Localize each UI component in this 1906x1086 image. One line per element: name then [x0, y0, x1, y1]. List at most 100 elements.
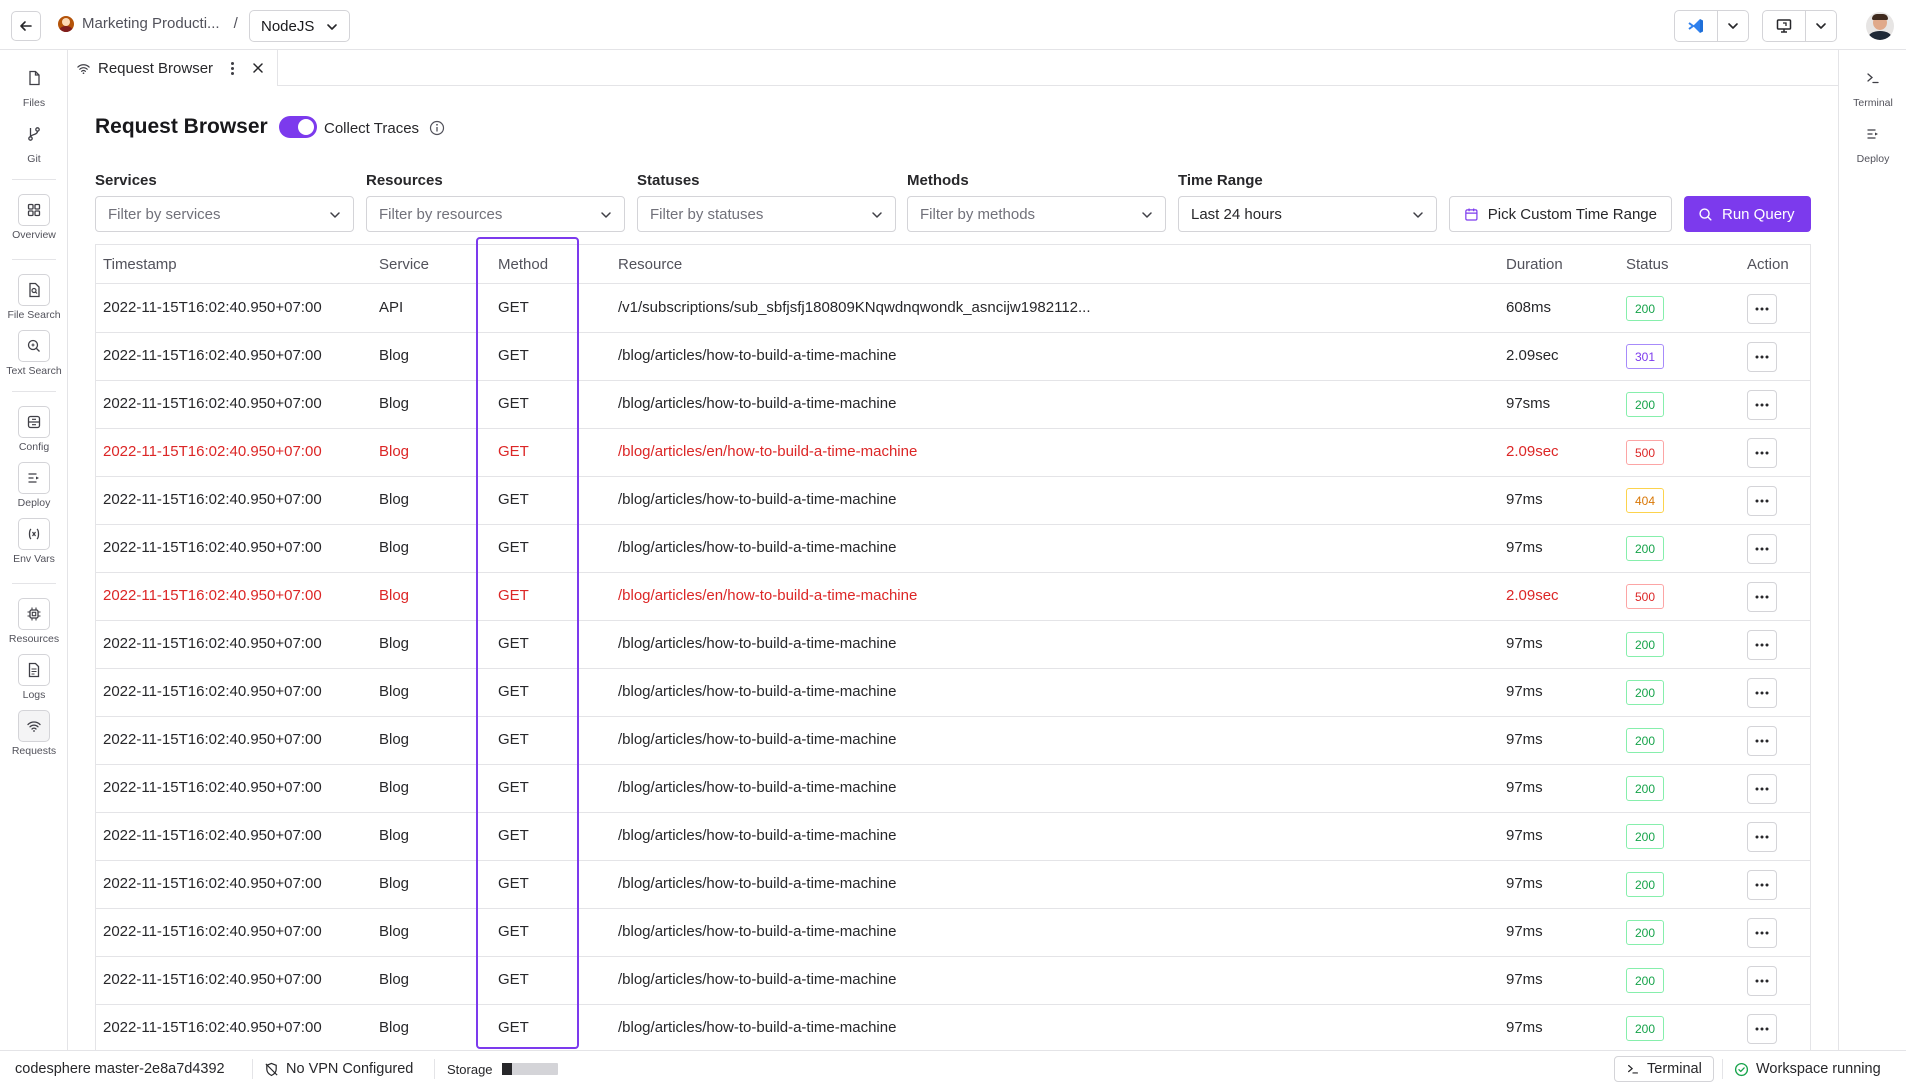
sidebar-item-label: Resources [8, 633, 60, 645]
cell-resource[interactable]: /blog/articles/how-to-build-a-time-machi… [618, 779, 896, 796]
sidebar-item-deploy-right[interactable]: Deploy [1839, 118, 1906, 165]
column-header-status[interactable]: Status [1626, 256, 1669, 273]
table-row[interactable]: 2022-11-15T16:02:40.950+07:00 Blog GET/blo… [96, 573, 1810, 621]
resources-placeholder: Filter by resources [379, 205, 503, 223]
storage-indicator[interactable]: Storage [447, 1051, 558, 1086]
cell-resource[interactable]: /blog/articles/how-to-build-a-time-machi… [618, 875, 896, 892]
row-actions-button[interactable] [1747, 966, 1777, 996]
table-row[interactable]: 2022-11-15T16:02:40.950+07:00 Blog GET/blo… [96, 957, 1810, 1005]
cell-resource[interactable]: /blog/articles/how-to-build-a-time-machi… [618, 923, 896, 940]
cell-resource[interactable]: /blog/articles/how-to-build-a-time-machi… [618, 683, 896, 700]
row-actions-button[interactable] [1747, 726, 1777, 756]
row-actions-button[interactable] [1747, 630, 1777, 660]
row-actions-button[interactable] [1747, 342, 1777, 372]
open-deployment-button[interactable] [1762, 10, 1806, 42]
row-actions-button[interactable] [1747, 390, 1777, 420]
sidebar-item-text-search[interactable]: Text Search [0, 330, 68, 377]
services-filter[interactable]: Filter by services [95, 196, 354, 232]
cell-resource[interactable]: /blog/articles/how-to-build-a-time-machi… [618, 347, 896, 364]
sidebar-item-resources[interactable]: Resources [0, 598, 68, 645]
column-header-duration[interactable]: Duration [1506, 256, 1563, 273]
breadcrumb: Marketing Producti... / [58, 15, 252, 32]
row-actions-button[interactable] [1747, 534, 1777, 564]
info-icon[interactable] [429, 120, 445, 136]
table-row[interactable]: 2022-11-15T16:02:40.950+07:00 Blog GET/blo… [96, 381, 1810, 429]
more-horizontal-icon [1755, 451, 1769, 455]
sidebar-item-file-search[interactable]: File Search [0, 274, 68, 321]
collect-traces-toggle[interactable] [279, 116, 317, 138]
cell-method: GET [498, 827, 529, 844]
deployment-options-button[interactable] [1805, 10, 1837, 42]
vpn-status[interactable]: No VPN Configured [264, 1051, 413, 1086]
workspace-selector[interactable]: NodeJS [249, 10, 350, 42]
services-placeholder: Filter by services [108, 205, 221, 223]
sidebar-item-deploy[interactable]: Deploy [0, 462, 68, 509]
vscode-options-button[interactable] [1717, 10, 1749, 42]
time-range-select[interactable]: Last 24 hours [1178, 196, 1437, 232]
sidebar-item-env-vars[interactable]: Env Vars [0, 518, 68, 565]
table-row[interactable]: 2022-11-15T16:02:40.950+07:00 Blog GET/blo… [96, 477, 1810, 525]
sidebar-item-logs[interactable]: Logs [0, 654, 68, 701]
resources-filter[interactable]: Filter by resources [366, 196, 625, 232]
open-in-vscode-button[interactable] [1674, 10, 1718, 42]
cell-resource[interactable]: /blog/articles/how-to-build-a-time-machi… [618, 827, 896, 844]
cell-resource[interactable]: /blog/articles/en/how-to-build-a-time-ma… [618, 443, 917, 460]
row-actions-button[interactable] [1747, 870, 1777, 900]
row-actions-button[interactable] [1747, 294, 1777, 324]
column-header-timestamp[interactable]: Timestamp [103, 256, 177, 273]
table-row[interactable]: 2022-11-15T16:02:40.950+07:00 Blog GET/blo… [96, 429, 1810, 477]
column-header-service[interactable]: Service [379, 256, 429, 273]
cell-resource[interactable]: /blog/articles/how-to-build-a-time-machi… [618, 539, 896, 556]
sidebar-item-files[interactable]: Files [0, 62, 68, 109]
row-actions-button[interactable] [1747, 582, 1777, 612]
cell-resource[interactable]: /blog/articles/how-to-build-a-time-machi… [618, 1019, 896, 1036]
cell-resource[interactable]: /v1/subscriptions/sub_sbfjsfj180809KNqwd… [618, 299, 1091, 316]
table-row[interactable]: 2022-11-15T16:02:40.950+07:00 Blog GET/blo… [96, 861, 1810, 909]
sidebar-item-git[interactable]: Git [0, 118, 68, 165]
table-row[interactable]: 2022-11-15T16:02:40.950+07:00 API GET/v1/s… [96, 285, 1810, 333]
cell-resource[interactable]: /blog/articles/how-to-build-a-time-machi… [618, 971, 896, 988]
column-header-method[interactable]: Method [498, 256, 548, 273]
cell-resource[interactable]: /blog/articles/how-to-build-a-time-machi… [618, 635, 896, 652]
pick-custom-time-range-button[interactable]: Pick Custom Time Range [1449, 196, 1672, 232]
back-button[interactable] [11, 11, 41, 41]
check-circle-icon [1734, 1062, 1749, 1076]
statuses-filter[interactable]: Filter by statuses [637, 196, 896, 232]
table-row[interactable]: 2022-11-15T16:02:40.950+07:00 Blog GET/blo… [96, 525, 1810, 573]
table-row[interactable]: 2022-11-15T16:02:40.950+07:00 Blog GET/blo… [96, 717, 1810, 765]
cell-resource[interactable]: /blog/articles/how-to-build-a-time-machi… [618, 491, 896, 508]
run-query-button[interactable]: Run Query [1684, 196, 1811, 232]
sidebar-item-terminal[interactable]: Terminal [1839, 62, 1906, 109]
terminal-toggle[interactable]: Terminal [1614, 1056, 1714, 1082]
table-row[interactable]: 2022-11-15T16:02:40.950+07:00 Blog GET/blo… [96, 1005, 1810, 1050]
cell-resource[interactable]: /blog/articles/how-to-build-a-time-machi… [618, 395, 896, 412]
sidebar-item-requests[interactable]: Requests [0, 710, 68, 757]
user-avatar[interactable] [1866, 12, 1894, 40]
tab-request-browser[interactable]: Request Browser [68, 50, 278, 87]
branch-info[interactable]: codesphere master-2e8a7d4392 [15, 1051, 225, 1086]
row-actions-button[interactable] [1747, 774, 1777, 804]
methods-filter[interactable]: Filter by methods [907, 196, 1166, 232]
project-name[interactable]: Marketing Producti... [82, 15, 220, 32]
table-row[interactable]: 2022-11-15T16:02:40.950+07:00 Blog GET/blo… [96, 909, 1810, 957]
column-header-resource[interactable]: Resource [618, 256, 682, 273]
row-actions-button[interactable] [1747, 1014, 1777, 1044]
search-icon [1699, 207, 1712, 221]
table-row[interactable]: 2022-11-15T16:02:40.950+07:00 Blog GET/blo… [96, 765, 1810, 813]
row-actions-button[interactable] [1747, 486, 1777, 516]
table-row[interactable]: 2022-11-15T16:02:40.950+07:00 Blog GET/blo… [96, 669, 1810, 717]
sidebar-item-config[interactable]: Config [0, 406, 68, 453]
cell-resource[interactable]: /blog/articles/en/how-to-build-a-time-ma… [618, 587, 917, 604]
close-icon[interactable] [252, 62, 264, 74]
row-actions-button[interactable] [1747, 678, 1777, 708]
table-row[interactable]: 2022-11-15T16:02:40.950+07:00 Blog GET/blo… [96, 333, 1810, 381]
cell-resource[interactable]: /blog/articles/how-to-build-a-time-machi… [618, 731, 896, 748]
table-row[interactable]: 2022-11-15T16:02:40.950+07:00 Blog GET/blo… [96, 813, 1810, 861]
row-actions-button[interactable] [1747, 918, 1777, 948]
workspace-status[interactable]: Workspace running [1734, 1051, 1881, 1086]
more-vertical-icon[interactable] [231, 61, 235, 75]
sidebar-item-overview[interactable]: Overview [0, 194, 68, 241]
row-actions-button[interactable] [1747, 438, 1777, 468]
table-row[interactable]: 2022-11-15T16:02:40.950+07:00 Blog GET/blo… [96, 621, 1810, 669]
row-actions-button[interactable] [1747, 822, 1777, 852]
